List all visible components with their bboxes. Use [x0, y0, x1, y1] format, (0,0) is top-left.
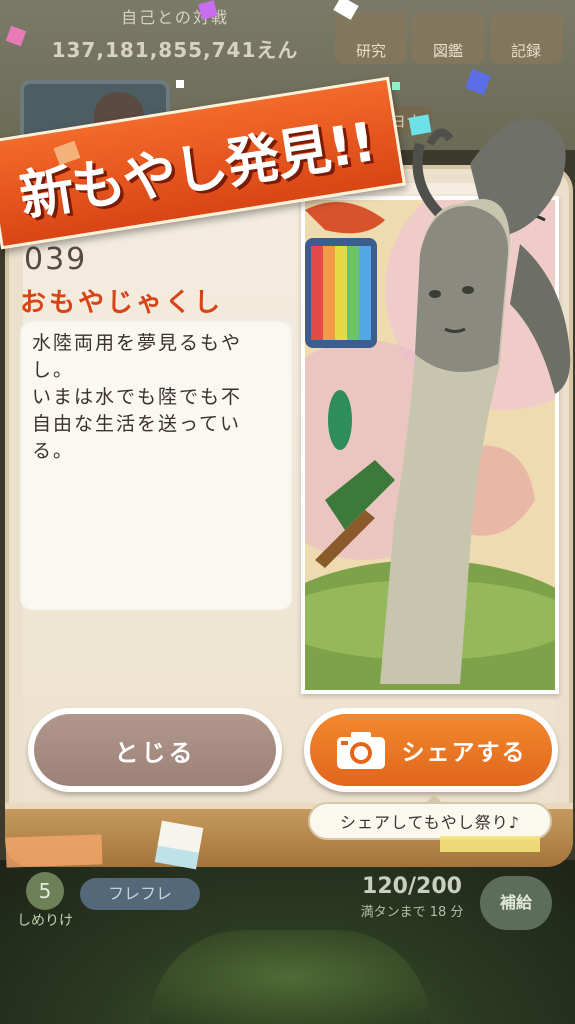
record-label: 記録 [510, 42, 541, 60]
creature-name: おもやじゃくし [20, 288, 224, 318]
duel-label: 自己との対戦 [121, 8, 229, 27]
duel-panel: 自己との対戦 137,181,855,741えん [30, 4, 320, 64]
record-button[interactable]: 記録 [490, 12, 562, 64]
money-counter: 137,181,855,741えん [51, 38, 299, 62]
bookmark-button[interactable]: 5 しめりけ [12, 872, 78, 929]
tape-decoration [5, 834, 103, 868]
cheer-button[interactable]: フレフレ [80, 878, 200, 910]
description-box: 水陸両用を夢見るもや し。 いまは水でも陸でも不 自由な生活を送ってい る。 [20, 320, 292, 610]
confetti [176, 80, 184, 88]
share-label: シェアする [401, 740, 527, 766]
tape-decoration [154, 820, 204, 870]
camera-icon [336, 732, 385, 769]
bottom-hud: 5 しめりけ フレフレ 120/200 満タンまで 18 分 補給 [0, 872, 575, 932]
water-value: 120/200 [362, 874, 462, 899]
creature-description: 水陸両用を夢見るもや し。 いまは水でも陸でも不 自由な生活を送ってい る。 [32, 332, 243, 462]
creature-number: 039 [24, 242, 88, 277]
bookmark-label: しめりけ [17, 913, 73, 929]
research-label: 研究 [355, 42, 386, 60]
share-button[interactable]: シェアする [304, 708, 558, 792]
confetti [392, 82, 400, 90]
research-button[interactable]: 研究 [335, 12, 407, 64]
moyashi-creature-icon [380, 119, 571, 684]
bookmark-icon: 5 [26, 872, 64, 910]
encyclopedia-button[interactable]: 図鑑 [412, 12, 484, 64]
close-button[interactable]: とじる [28, 708, 282, 792]
close-label: とじる [114, 738, 196, 767]
water-timer: 満タンまで 18 分 [360, 905, 464, 920]
water-gauge: 120/200 満タンまで 18 分 [352, 874, 472, 920]
refill-button[interactable]: 補給 [480, 876, 552, 930]
encyclopedia-label: 図鑑 [432, 42, 463, 60]
tape-decoration [440, 836, 540, 852]
share-tooltip: シェアしてもやし祭り♪ [308, 794, 552, 840]
confetti [408, 114, 432, 136]
